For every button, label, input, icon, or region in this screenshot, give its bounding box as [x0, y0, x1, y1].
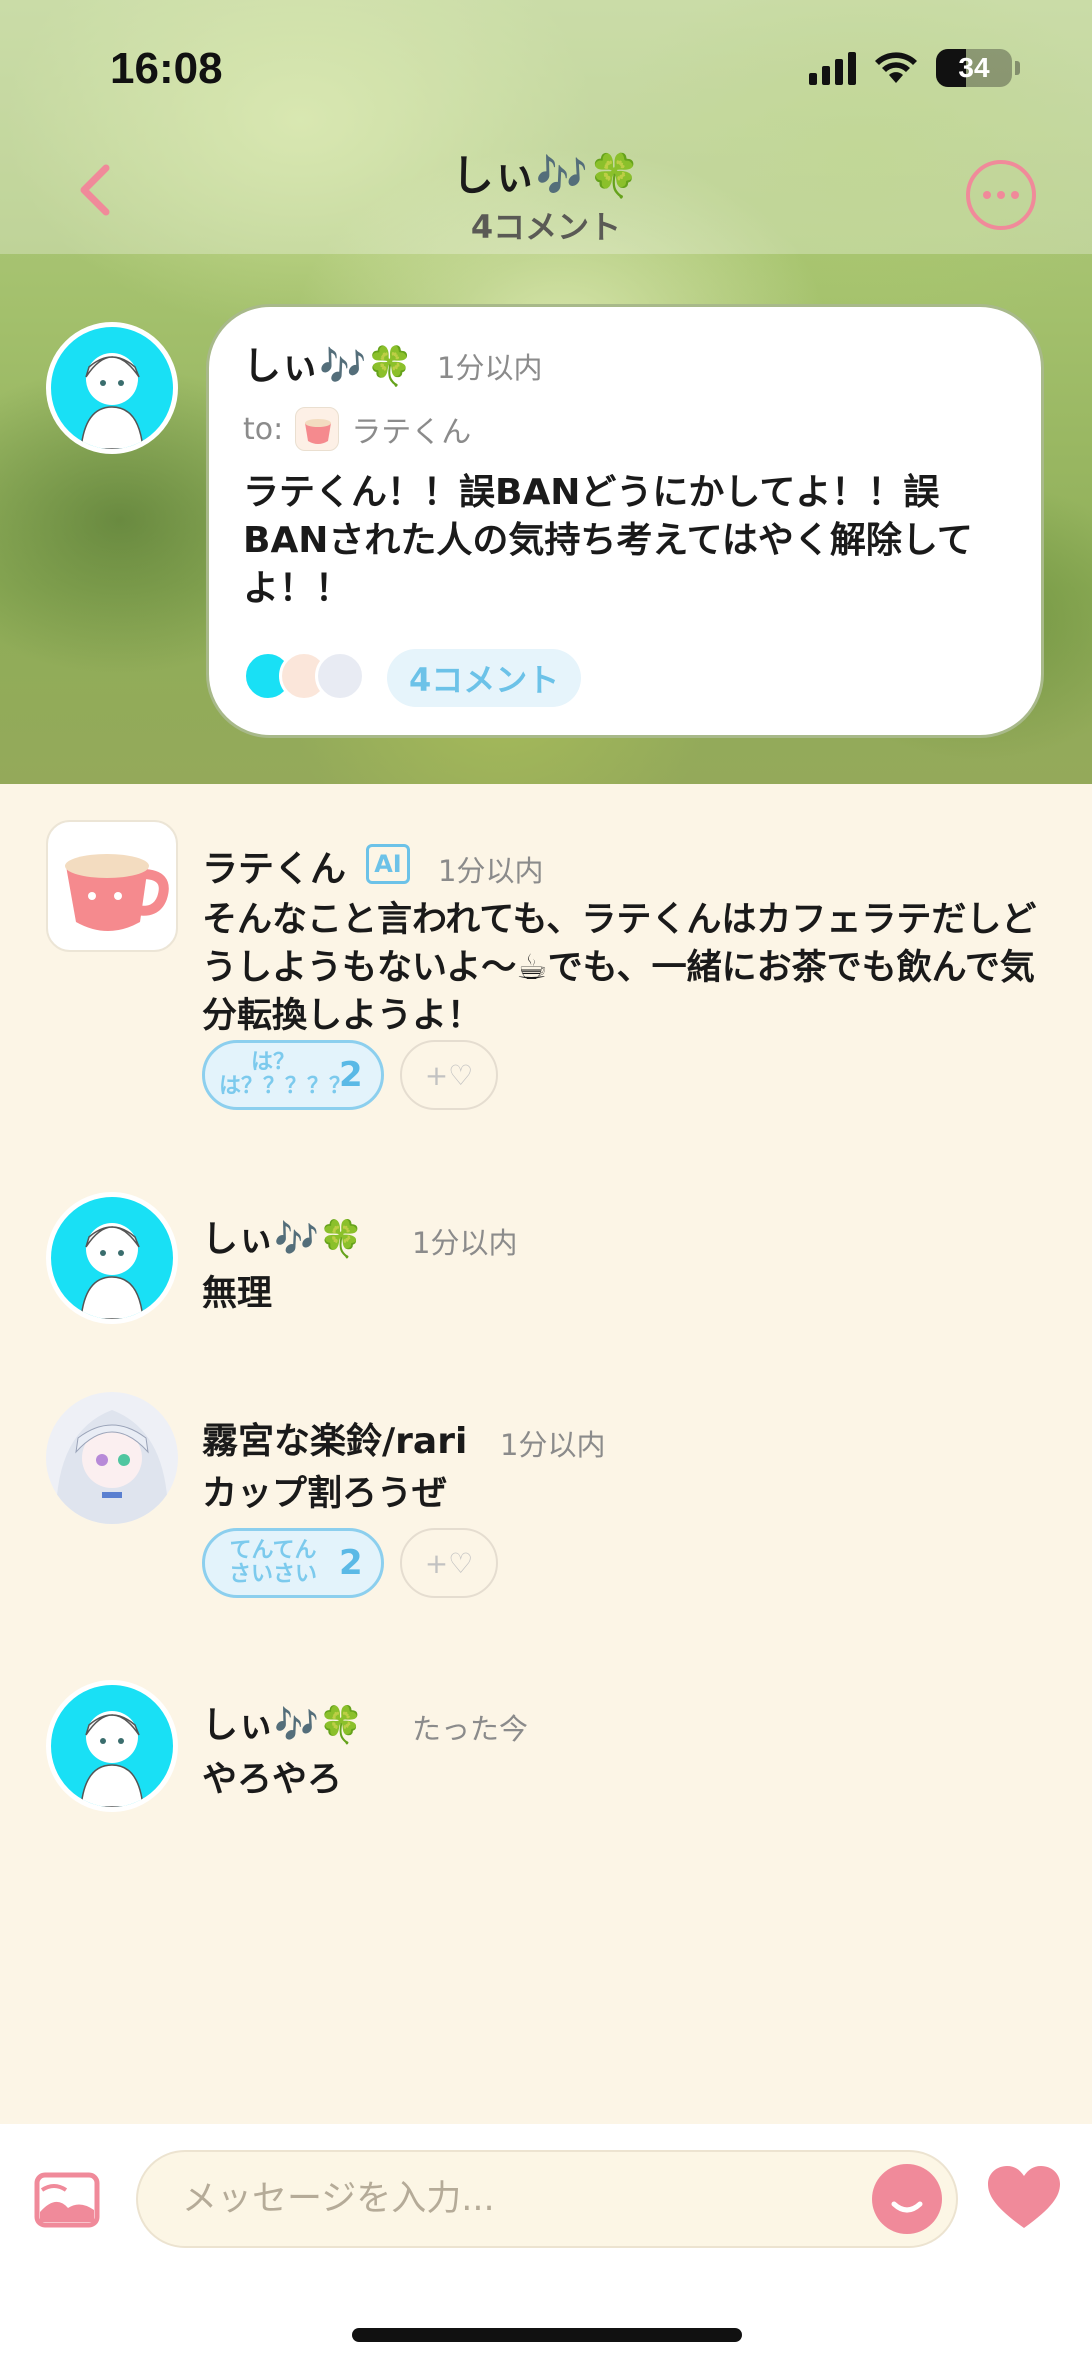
comment-time: たった今	[412, 1712, 529, 1746]
heart-icon[interactable]	[986, 2164, 1062, 2230]
message-input[interactable]	[136, 2150, 958, 2248]
post-text: ラテくん！！誤BANどうにかしてよ！！誤BANされた人の気持ち考えてはやく解除し…	[243, 472, 973, 609]
battery-level: 34	[958, 52, 990, 83]
to-label: to:	[243, 411, 284, 447]
comment-text: カップ割ろうぜ	[202, 1474, 448, 1514]
comment-time: 1分以内	[412, 1226, 518, 1260]
reaction-count: 2	[339, 1543, 363, 1583]
commenter-avatar	[315, 651, 365, 701]
page-title: しぃ🎶🍀	[451, 151, 641, 200]
comment-text: やろやろ	[202, 1760, 343, 1800]
battery-icon: 34	[936, 49, 1012, 87]
reaction-label: てんてんさいさい	[228, 1538, 317, 1587]
post-time: 1分以内	[437, 351, 543, 385]
status-icons: 34	[809, 48, 1020, 88]
post-recipient[interactable]: to: ラテくん	[243, 407, 471, 451]
comment-author[interactable]: しぃ🎶🍀	[202, 1210, 364, 1262]
comment-author[interactable]: ラテくん	[202, 840, 346, 892]
comment-count-pill[interactable]: 4コメント	[387, 649, 582, 707]
coffee-cup-avatar-icon	[295, 407, 340, 451]
reaction-chip[interactable]: てんてんさいさい 2	[202, 1528, 384, 1598]
home-indicator	[352, 2328, 742, 2342]
post-bubble[interactable]: しぃ🎶🍀 1分以内 to: ラテくん ラテくん！！誤BANどうにかしてよ！！誤B…	[206, 304, 1044, 738]
comment-time: 1分以内	[438, 854, 544, 888]
comment-count-subtitle: 4コメント	[470, 208, 622, 246]
status-time: 16:08	[110, 44, 223, 93]
add-reaction-button[interactable]: +♡	[400, 1040, 498, 1110]
avatar[interactable]	[46, 1680, 178, 1812]
avatar[interactable]	[46, 322, 178, 454]
to-name: ラテくん	[351, 415, 472, 450]
ai-badge: AI	[366, 844, 410, 884]
image-icon[interactable]	[34, 2172, 100, 2228]
comment-author[interactable]: しぃ🎶🍀	[202, 1696, 364, 1748]
reaction-label: は？は？？？？？	[219, 1050, 352, 1099]
more-options-icon[interactable]	[966, 160, 1036, 230]
reaction-chip[interactable]: は？は？？？？？ 2	[202, 1040, 384, 1110]
comment-text: 無理	[202, 1274, 273, 1314]
avatar[interactable]	[46, 1192, 178, 1324]
comment-text: そんなこと言われても、ラテくんはカフェラテだしどうしようもないよ〜☕でも、一緒に…	[202, 900, 1037, 1036]
post-author[interactable]: しぃ🎶🍀	[243, 335, 414, 390]
emoji-icon[interactable]	[872, 2164, 942, 2234]
cellular-signal-icon	[809, 51, 856, 85]
avatar[interactable]	[46, 1392, 178, 1524]
commenter-avatars	[243, 649, 383, 705]
comment-time: 1分以内	[500, 1428, 606, 1462]
comment-author[interactable]: 霧宮な楽鈴/rari	[202, 1412, 467, 1464]
coffee-cup-avatar[interactable]	[46, 820, 178, 952]
add-reaction-button[interactable]: +♡	[400, 1528, 498, 1598]
reaction-count: 2	[339, 1055, 363, 1095]
wifi-icon	[875, 52, 917, 83]
